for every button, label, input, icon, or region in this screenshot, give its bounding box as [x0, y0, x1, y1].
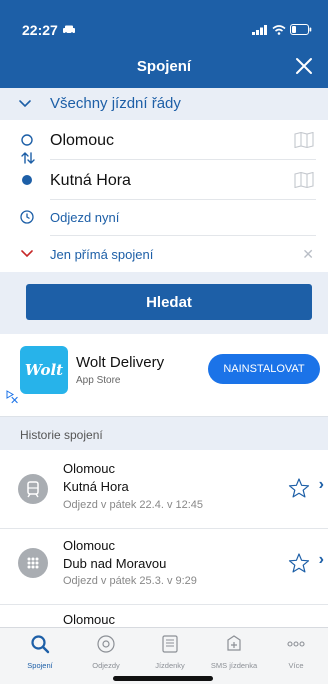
history-when: Odjezd v pátek 22.4. v 12:45: [63, 499, 204, 511]
history-from: Olomouc: [63, 461, 116, 476]
chevron-down-icon: [19, 100, 31, 108]
star-icon[interactable]: [288, 477, 310, 499]
car-icon: [62, 25, 75, 35]
history-header: Historie spojení: [0, 416, 328, 450]
timetable-label: Všechny jízdní řády: [50, 95, 181, 112]
history-item[interactable]: Olomouc Dub nad Moravou Odjezd v pátek 2…: [0, 532, 328, 604]
battery-icon: [290, 24, 312, 35]
tab-jizdenky[interactable]: Jízdenky: [140, 634, 200, 670]
ad-close-icon[interactable]: ✕: [10, 394, 19, 407]
search-area: Hledat: [0, 272, 328, 334]
install-button[interactable]: NAINSTALOVAT: [208, 354, 320, 384]
more-icon: [287, 641, 305, 647]
ad-app-name[interactable]: Wolt Delivery: [76, 354, 164, 371]
ad-banner[interactable]: Wolt Wolt Delivery App Store NAINSTALOVA…: [0, 334, 328, 416]
chevron-down-icon: [21, 250, 33, 258]
divider: [0, 604, 328, 605]
from-row[interactable]: Olomouc: [0, 120, 328, 160]
tab-label: Více: [288, 661, 304, 670]
direct-only-label: Jen přímá spojení: [50, 247, 154, 262]
from-station[interactable]: Olomouc: [50, 132, 114, 150]
history-item[interactable]: Olomouc Kutná Hora Odjezd v pátek 22.4. …: [0, 452, 328, 524]
search-icon: [31, 635, 50, 654]
origin-circle-icon: [21, 134, 33, 146]
nav-bar: Spojení: [0, 44, 328, 88]
wifi-icon: [272, 24, 286, 35]
history-from: Olomouc: [63, 538, 116, 553]
destination-dot-icon: [22, 175, 32, 185]
tab-spojeni[interactable]: Spojení: [10, 634, 70, 670]
history-title: Historie spojení: [20, 428, 103, 442]
timetable-selector[interactable]: Všechny jízdní řády: [0, 88, 328, 120]
ticket-icon: [162, 635, 178, 653]
tab-label: Jízdenky: [155, 661, 185, 670]
ad-store-label: App Store: [76, 375, 121, 386]
chevron-right-icon[interactable]: ›: [319, 551, 324, 569]
tab-odjezdy[interactable]: Odjezdy: [76, 634, 136, 670]
tab-label: Odjezdy: [92, 661, 120, 670]
page-title: Spojení: [136, 58, 192, 75]
departure-time-row[interactable]: Odjezd nyní: [0, 200, 328, 236]
map-icon[interactable]: [294, 132, 314, 148]
star-icon[interactable]: [288, 552, 310, 574]
signal-icon: [252, 24, 267, 35]
tab-label: SMS jízdenka: [210, 661, 258, 670]
map-icon[interactable]: [294, 172, 314, 188]
divider: [0, 528, 328, 529]
tab-sms-jizdenka[interactable]: SMS jízdenka: [204, 634, 264, 670]
status-indicators: [252, 24, 312, 35]
status-time: 22:27: [22, 22, 76, 38]
chevron-right-icon[interactable]: ›: [319, 476, 324, 494]
to-station[interactable]: Kutná Hora: [50, 172, 131, 190]
tab-label: Spojení: [27, 661, 53, 670]
history-when: Odjezd v pátek 25.3. v 9:29: [63, 575, 197, 587]
train-icon: [18, 474, 48, 504]
grid-icon: [18, 548, 48, 578]
home-indicator: [113, 676, 213, 681]
direct-only-row[interactable]: Jen přímá spojení ✕: [0, 236, 328, 272]
history-to: Kutná Hora: [63, 479, 129, 494]
tab-vice[interactable]: Více: [266, 634, 326, 670]
sms-ticket-icon: [227, 635, 241, 651]
clock-text: 22:27: [22, 22, 58, 38]
to-row[interactable]: Kutná Hora: [0, 160, 328, 200]
departure-time-label: Odjezd nyní: [50, 210, 120, 225]
clear-filter-icon[interactable]: ✕: [302, 246, 314, 263]
close-icon[interactable]: [292, 54, 316, 78]
wolt-logo[interactable]: Wolt: [20, 346, 68, 394]
history-item[interactable]: Olomouc: [0, 606, 328, 627]
search-button[interactable]: Hledat: [26, 284, 312, 320]
clock-icon: [20, 210, 34, 224]
history-from: Olomouc: [63, 612, 116, 627]
status-bar: 22:27: [0, 0, 328, 44]
departures-icon: [97, 635, 115, 653]
history-to: Dub nad Moravou: [63, 556, 167, 571]
